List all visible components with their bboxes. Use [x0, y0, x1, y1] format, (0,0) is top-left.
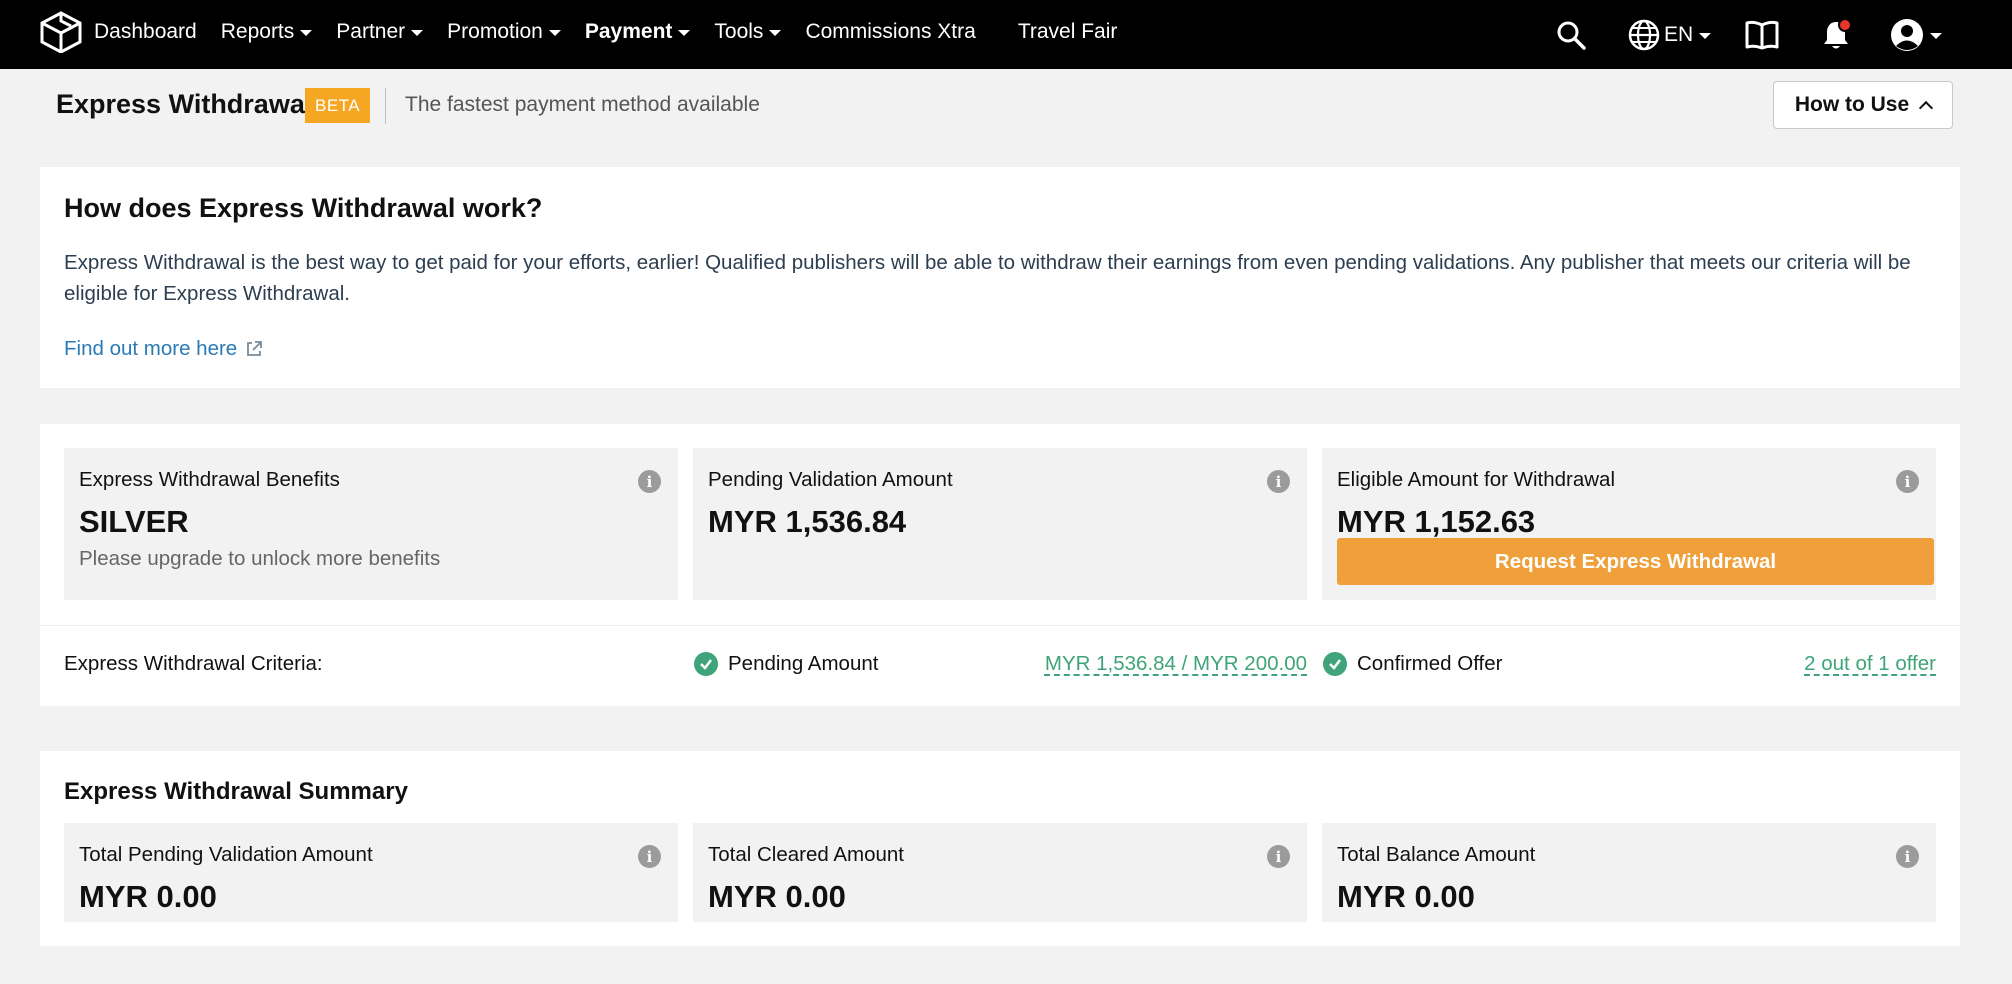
info-description: Express Withdrawal is the best way to ge…: [64, 251, 1911, 305]
chevron-up-icon: [1919, 100, 1934, 116]
pending-validation-value: MYR 1,536.84: [708, 504, 907, 539]
total-cleared-box: Total Cleared Amount i MYR 0.00: [693, 823, 1307, 922]
nav-travel-fair-label: Travel Fair: [1017, 20, 1118, 43]
eligible-amount-value: MYR 1,152.63: [1337, 504, 1536, 539]
find-out-more-link[interactable]: Find out more here: [64, 337, 263, 361]
total-balance-value: MYR 0.00: [1337, 879, 1475, 914]
withdrawal-summary-card: Express Withdrawal Summary Total Pending…: [40, 751, 1960, 946]
how-it-works-card: How does Express Withdrawal work? Expres…: [40, 167, 1960, 388]
user-avatar-icon: [1891, 19, 1923, 51]
nav-payment-label: Payment: [584, 20, 673, 43]
nav-dashboard[interactable]: Dashboard: [94, 20, 197, 44]
total-pending-label: Total Pending Validation Amount: [79, 843, 373, 866]
criteria-label: Express Withdrawal Criteria:: [64, 652, 323, 675]
nav-reports[interactable]: Reports: [221, 20, 313, 44]
external-link-icon: [247, 341, 263, 356]
nav-tools[interactable]: Tools: [714, 20, 782, 44]
book-icon: [1745, 20, 1779, 50]
nav-commissions-xtra-label: Commissions Xtra: [805, 20, 976, 43]
beta-badge: BETA: [305, 88, 371, 123]
eligible-amount-box: Eligible Amount for Withdrawal i MYR 1,1…: [1322, 448, 1936, 600]
criteria-confirmed-offer-label: Confirmed Offer: [1357, 652, 1503, 675]
caret-down-icon: [678, 30, 691, 36]
guide-button[interactable]: [1745, 20, 1779, 50]
info-title: How does Express Withdrawal work?: [64, 193, 543, 223]
request-express-withdrawal-button[interactable]: Request Express Withdrawal: [1337, 538, 1934, 585]
page-subtitle: The fastest payment method available: [405, 93, 760, 116]
total-balance-label: Total Balance Amount: [1337, 843, 1536, 866]
pending-validation-label: Pending Validation Amount: [708, 468, 953, 491]
info-icon[interactable]: i: [638, 845, 661, 868]
total-cleared-value: MYR 0.00: [708, 879, 846, 914]
withdrawal-status-card: Express Withdrawal Benefits i SILVER Ple…: [40, 424, 1960, 706]
caret-down-icon: [1930, 33, 1942, 39]
language-selector[interactable]: EN: [1628, 19, 1712, 51]
nav-partner-label: Partner: [336, 20, 406, 43]
total-pending-box: Total Pending Validation Amount i MYR 0.…: [64, 823, 678, 922]
nav-partner[interactable]: Partner: [336, 20, 424, 44]
caret-down-icon: [548, 30, 561, 36]
criteria-pending-amount-label: Pending Amount: [728, 652, 879, 675]
nav-promotion[interactable]: Promotion: [447, 20, 561, 44]
total-pending-value: MYR 0.00: [79, 879, 217, 914]
benefits-box: Express Withdrawal Benefits i SILVER Ple…: [64, 448, 678, 600]
nav-tools-label: Tools: [714, 20, 764, 43]
header-divider: [385, 88, 386, 124]
nav-commissions-xtra[interactable]: Commissions Xtra: [805, 20, 975, 44]
page-title: Express Withdrawal: [56, 89, 313, 119]
check-circle-icon: [694, 652, 718, 676]
globe-icon: [1628, 19, 1660, 51]
nav-dashboard-label: Dashboard: [94, 20, 197, 43]
search-icon: [1557, 21, 1586, 50]
benefits-tier: SILVER: [79, 504, 189, 539]
top-navbar: Dashboard Reports Partner Promotion Paym…: [0, 0, 2012, 69]
caret-down-icon: [1699, 33, 1712, 39]
notification-dot: [1838, 18, 1852, 32]
caret-down-icon: [769, 30, 782, 36]
caret-down-icon: [300, 30, 313, 36]
nav-travel-fair[interactable]: Travel Fair: [1018, 20, 1118, 44]
info-icon[interactable]: i: [1267, 845, 1290, 868]
find-out-more-label: Find out more here: [64, 337, 238, 360]
info-icon[interactable]: i: [1896, 845, 1919, 868]
how-to-use-label: How to Use: [1794, 93, 1910, 116]
language-label: EN: [1664, 23, 1694, 46]
total-balance-box: Total Balance Amount i MYR 0.00: [1322, 823, 1936, 922]
user-menu[interactable]: [1890, 18, 1942, 52]
info-icon[interactable]: i: [1896, 470, 1919, 493]
main-menu: Dashboard Reports Partner Promotion Paym…: [94, 0, 1141, 64]
logo-icon[interactable]: [38, 11, 84, 53]
eligible-amount-label: Eligible Amount for Withdrawal: [1337, 468, 1616, 491]
info-icon[interactable]: i: [638, 470, 661, 493]
criteria-confirmed-offer: Confirmed Offer: [1323, 652, 1502, 676]
nav-reports-label: Reports: [220, 20, 295, 43]
caret-down-icon: [411, 30, 424, 36]
nav-payment[interactable]: Payment: [585, 20, 691, 44]
pending-validation-box: Pending Validation Amount i MYR 1,536.84: [693, 448, 1307, 600]
criteria-pending-amount-value[interactable]: MYR 1,536.84 / MYR 200.00: [1045, 652, 1307, 676]
benefits-label: Express Withdrawal Benefits: [79, 468, 340, 491]
search-button[interactable]: [1556, 20, 1586, 50]
info-icon[interactable]: i: [1267, 470, 1290, 493]
criteria-pending-amount: Pending Amount: [694, 652, 878, 676]
criteria-confirmed-offer-value[interactable]: 2 out of 1 offer: [1804, 652, 1936, 676]
summary-title: Express Withdrawal Summary: [64, 778, 408, 805]
how-to-use-button[interactable]: How to Use: [1773, 81, 1953, 129]
nav-promotion-label: Promotion: [447, 20, 543, 43]
benefits-note: Please upgrade to unlock more benefits: [79, 547, 441, 570]
check-circle-icon: [1323, 652, 1347, 676]
total-cleared-label: Total Cleared Amount: [708, 843, 905, 866]
divider: [40, 625, 1960, 626]
